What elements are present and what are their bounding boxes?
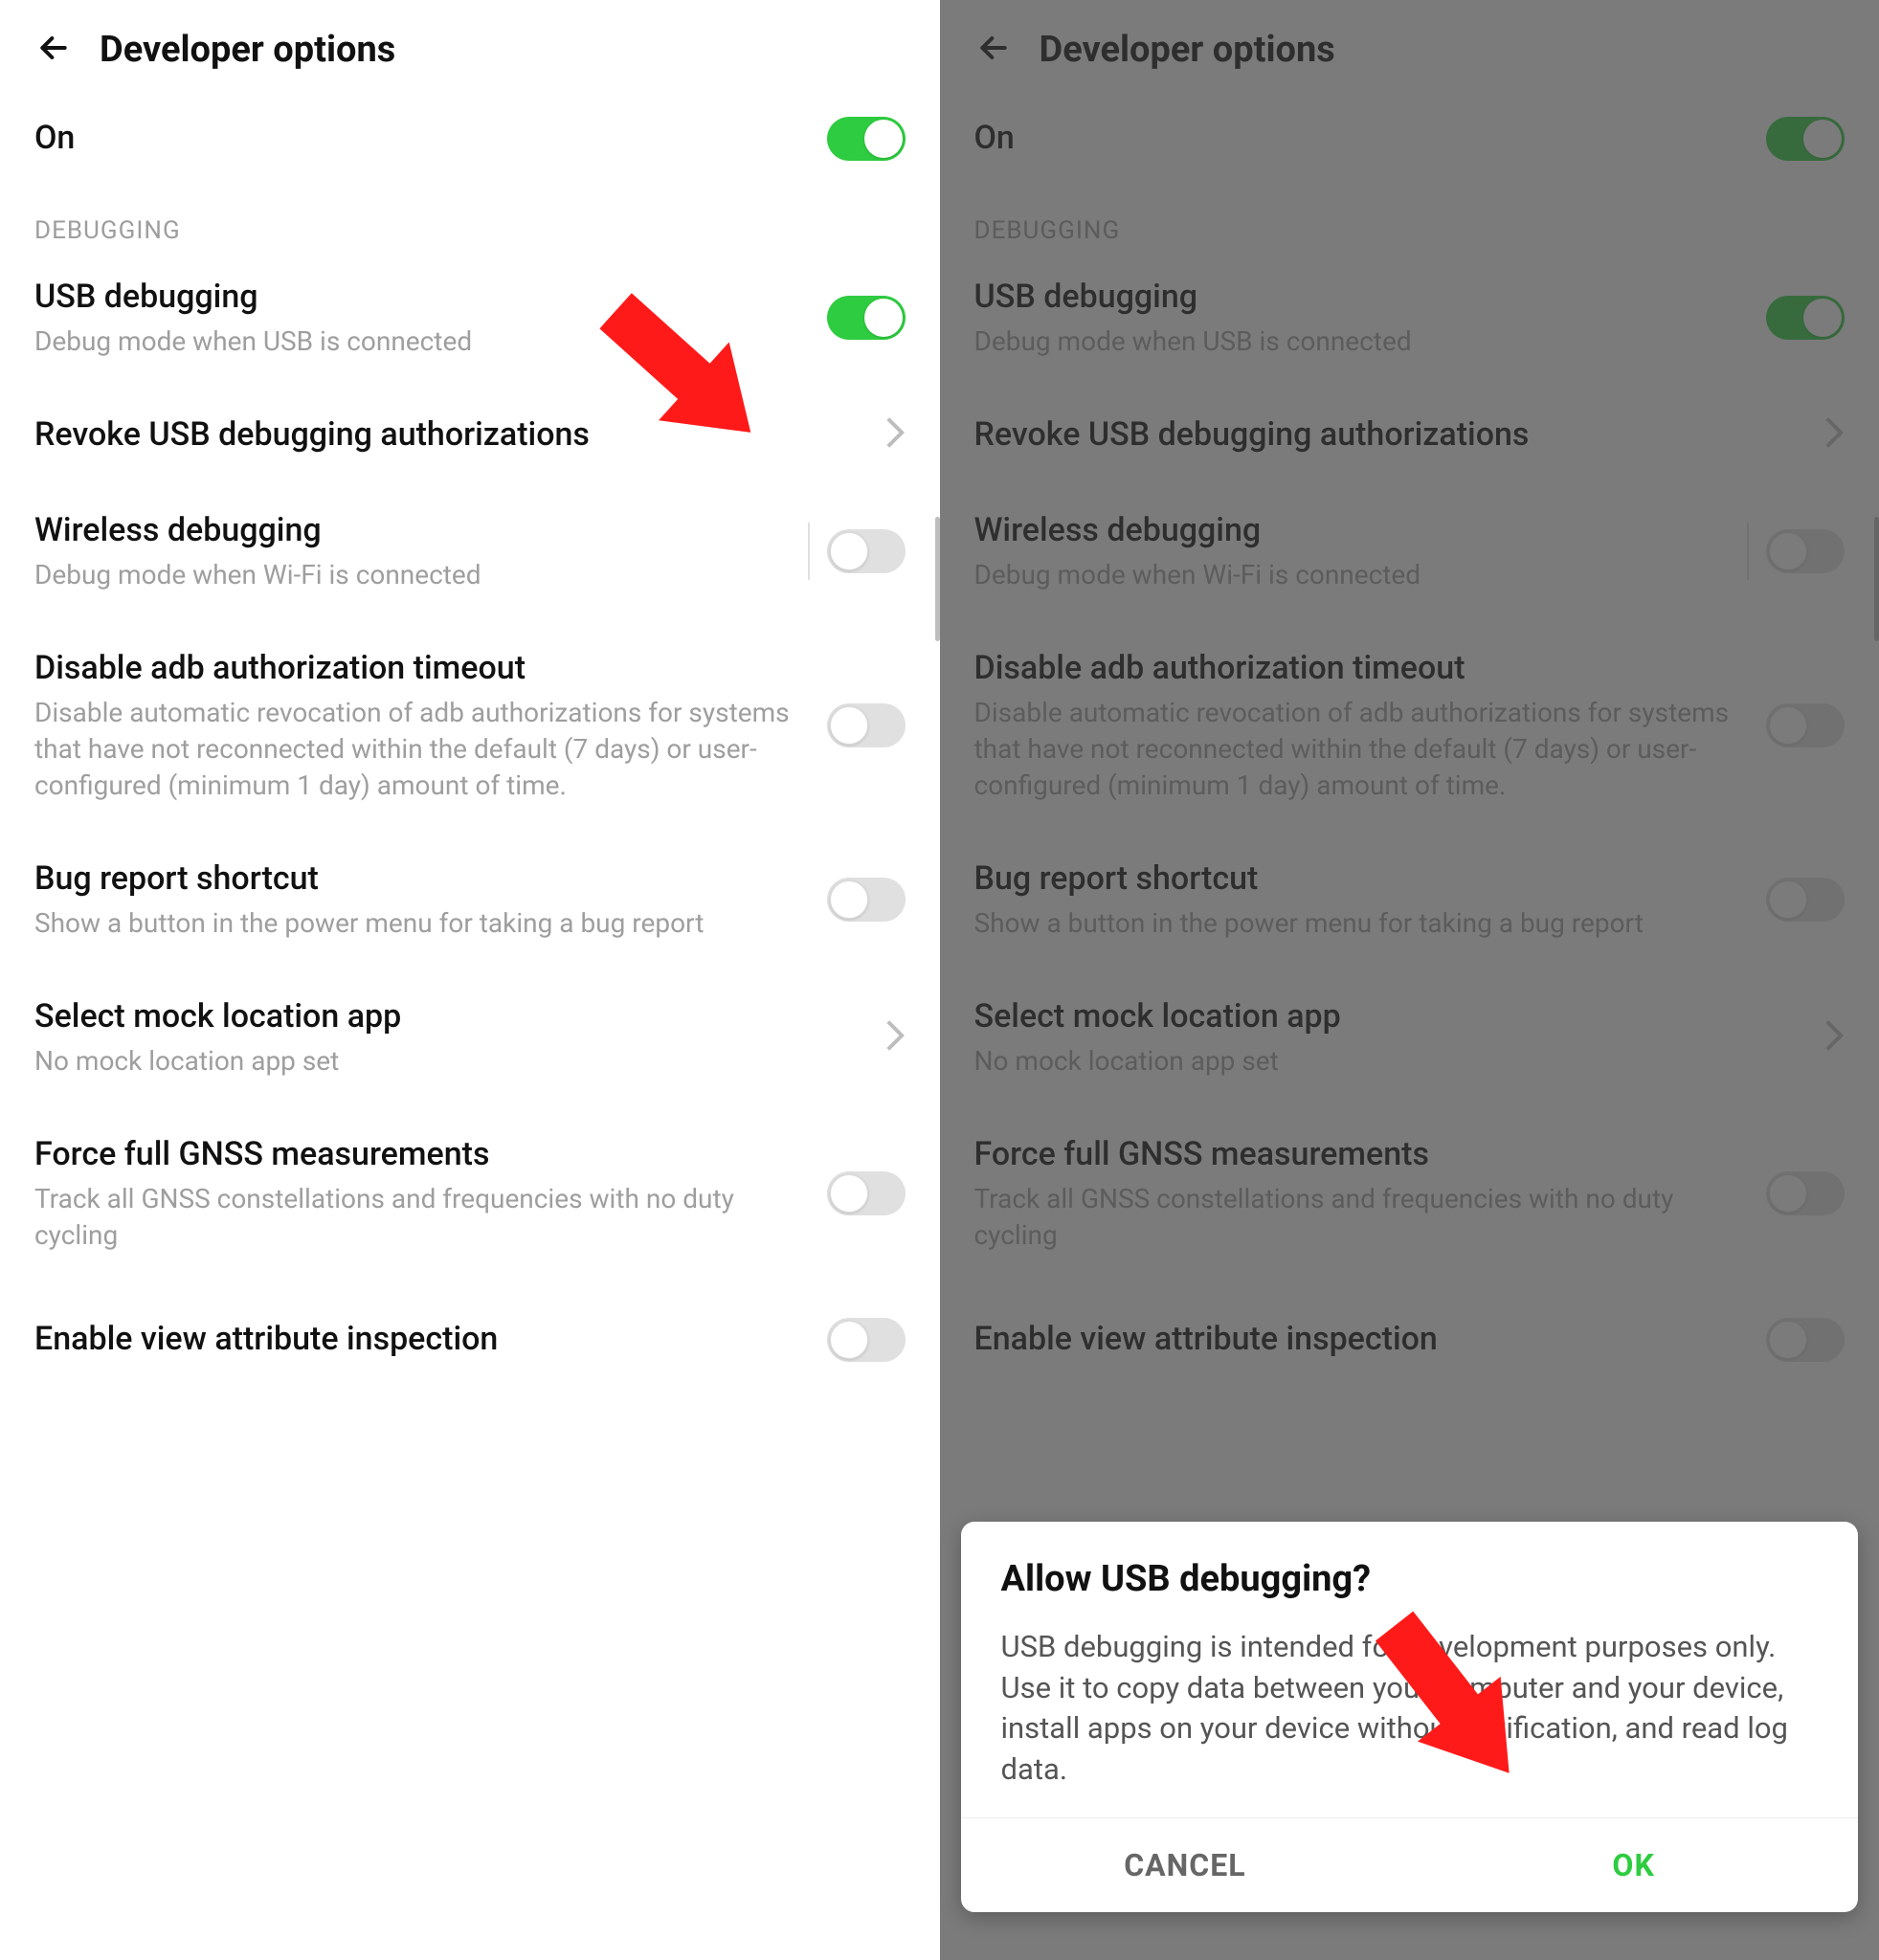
wireless-debug-toggle[interactable] (827, 529, 906, 573)
usb-debugging-toggle[interactable] (827, 296, 906, 340)
wireless-debugging-row[interactable]: Wireless debugging Debug mode when Wi-Fi… (34, 482, 906, 620)
wireless-sub: Debug mode when Wi-Fi is connected (34, 557, 808, 593)
developer-options-master-toggle[interactable]: On (34, 90, 906, 188)
view-attr-title: Enable view attribute inspection (34, 1318, 808, 1360)
revoke-title: Revoke USB debugging authorizations (34, 413, 865, 456)
view-attr-row[interactable]: Enable view attribute inspection (34, 1280, 906, 1362)
usb-debugging-sub: Debug mode when USB is connected (34, 323, 808, 360)
toggle-on-icon[interactable] (827, 117, 906, 161)
revoke-usb-auth-row[interactable]: Revoke USB debugging authorizations (34, 387, 906, 482)
bug-shortcut-title: Bug report shortcut (34, 858, 808, 900)
section-debugging-label: DEBUGGING (34, 216, 906, 245)
adb-timeout-row[interactable]: Disable adb authorization timeout Disabl… (34, 620, 906, 831)
usb-debugging-dialog: Allow USB debugging? USB debugging is in… (961, 1522, 1859, 1912)
gnss-toggle[interactable] (827, 1171, 906, 1215)
page-title: Developer options (100, 29, 395, 71)
adb-timeout-sub: Disable automatic revocation of adb auth… (34, 695, 808, 803)
view-attr-toggle[interactable] (827, 1318, 906, 1362)
mock-loc-sub: No mock location app set (34, 1043, 865, 1080)
usb-debugging-title: USB debugging (34, 276, 808, 318)
adb-timeout-title: Disable adb authorization timeout (34, 647, 808, 689)
gnss-title: Force full GNSS measurements (34, 1133, 808, 1175)
mock-location-row[interactable]: Select mock location app No mock locatio… (34, 969, 906, 1106)
divider-icon (808, 523, 810, 580)
gnss-sub: Track all GNSS constellations and freque… (34, 1181, 808, 1254)
header: Developer options (0, 0, 940, 90)
ok-button[interactable]: OK (1409, 1818, 1858, 1912)
usb-debugging-row[interactable]: USB debugging Debug mode when USB is con… (34, 249, 906, 387)
mock-loc-title: Select mock location app (34, 995, 865, 1037)
dialog-title: Allow USB debugging? (1001, 1558, 1819, 1600)
dialog-body: USB debugging is intended for developmen… (1001, 1627, 1819, 1791)
right-screenshot: Developer options On DEBUGGING USB debug… (940, 0, 1879, 1960)
gnss-row[interactable]: Force full GNSS measurements Track all G… (34, 1106, 906, 1281)
adb-timeout-toggle[interactable] (827, 703, 906, 747)
bug-shortcut-sub: Show a button in the power menu for taki… (34, 905, 808, 942)
wireless-title: Wireless debugging (34, 509, 808, 551)
back-arrow-icon[interactable] (34, 29, 73, 71)
left-screenshot: Developer options On DEBUGGING USB debug… (0, 0, 940, 1960)
chevron-right-icon (884, 1018, 906, 1057)
chevron-right-icon (884, 415, 906, 454)
cancel-button[interactable]: CANCEL (961, 1818, 1410, 1912)
bug-shortcut-toggle[interactable] (827, 878, 906, 922)
bug-report-shortcut-row[interactable]: Bug report shortcut Show a button in the… (34, 831, 906, 969)
master-toggle-label: On (34, 117, 808, 159)
